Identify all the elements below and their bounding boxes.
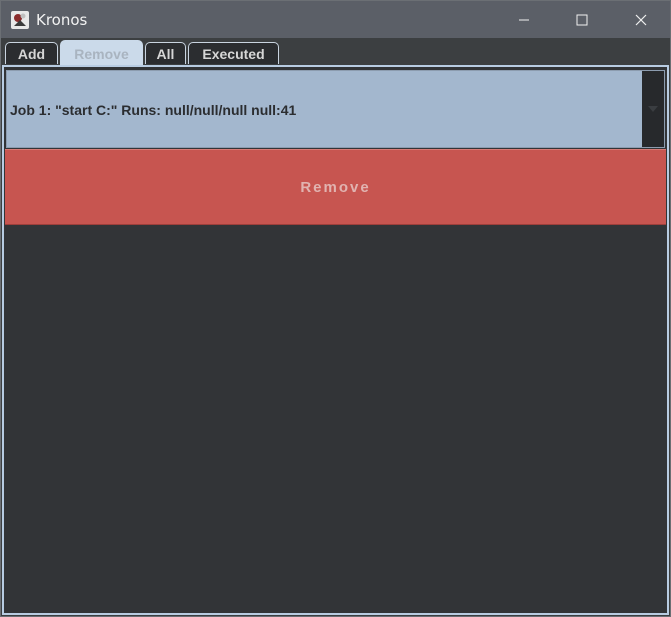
close-icon: [635, 14, 647, 25]
app-window: Kronos Add Remove All Executed Job 1: "s…: [0, 0, 671, 617]
maximize-icon: [576, 14, 588, 25]
tab-all[interactable]: All: [145, 42, 186, 64]
maximize-button[interactable]: [553, 1, 611, 38]
kronos-app-icon: [11, 11, 29, 29]
close-button[interactable]: [612, 1, 670, 38]
minimize-icon: [519, 19, 529, 20]
dropdown-arrow-button[interactable]: [642, 71, 664, 147]
title-bar[interactable]: Kronos: [1, 1, 670, 38]
tab-add[interactable]: Add: [5, 42, 58, 64]
tab-bar: Add Remove All Executed: [1, 38, 670, 66]
minimize-button[interactable]: [495, 1, 553, 38]
remove-button[interactable]: Remove: [5, 149, 666, 225]
job-select-dropdown[interactable]: Job 1: "start C:" Runs: null/null/null n…: [6, 70, 665, 148]
remove-panel: Job 1: "start C:" Runs: null/null/null n…: [2, 65, 669, 615]
chevron-down-icon: [648, 106, 658, 112]
tab-executed[interactable]: Executed: [188, 42, 279, 64]
job-select-value: Job 1: "start C:" Runs: null/null/null n…: [10, 102, 297, 118]
tab-remove[interactable]: Remove: [60, 40, 143, 66]
window-title: Kronos: [36, 11, 88, 29]
empty-content-area: [5, 225, 666, 611]
